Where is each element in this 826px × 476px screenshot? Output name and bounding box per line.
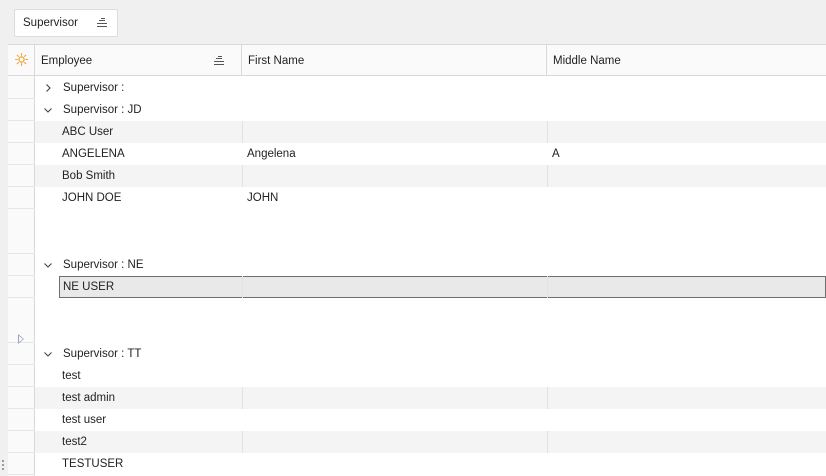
column-header-label: Employee — [41, 54, 93, 67]
group-chip-supervisor[interactable]: Supervisor — [14, 9, 118, 37]
column-header-label: First Name — [248, 54, 305, 67]
indicator-divider — [8, 408, 35, 409]
cell-first-name[interactable] — [242, 409, 547, 431]
cell-first-name[interactable]: Angelena — [242, 143, 547, 165]
table-row-selected[interactable]: NE USER — [59, 276, 826, 298]
cell-first-name[interactable] — [242, 387, 547, 409]
employee-grid: Employee First Name Middle Name Supervis… — [8, 44, 826, 476]
indicator-divider — [8, 120, 35, 121]
table-row[interactable]: TESTUSER — [35, 453, 826, 475]
cell-middle-name[interactable] — [547, 453, 826, 475]
indicator-divider — [8, 98, 35, 99]
column-header-employee[interactable]: Employee — [35, 45, 242, 76]
cell-first-name[interactable] — [242, 121, 547, 143]
column-header-first-name[interactable]: First Name — [242, 45, 547, 76]
indicator-divider — [8, 208, 35, 209]
indicator-divider — [8, 142, 35, 143]
column-header-middle-name[interactable]: Middle Name — [547, 45, 826, 76]
group-by-panel: Supervisor — [0, 0, 826, 44]
cell-middle-name[interactable]: A — [547, 143, 826, 165]
chevron-down-icon[interactable] — [44, 261, 52, 269]
chevron-down-icon[interactable] — [44, 106, 52, 114]
table-row[interactable]: test admin — [35, 387, 826, 409]
chevron-right-icon[interactable] — [44, 84, 52, 92]
group-label: Supervisor : JD — [63, 104, 142, 116]
cell-employee[interactable]: test — [62, 365, 242, 387]
cell-middle-name[interactable] — [547, 387, 826, 409]
group-chip-label: Supervisor — [23, 17, 78, 29]
cell-middle-name[interactable] — [547, 121, 826, 143]
left-splitter[interactable] — [0, 44, 8, 476]
indicator-divider — [8, 253, 35, 254]
indicator-divider — [8, 186, 35, 187]
indicator-divider — [8, 452, 35, 453]
cell-employee[interactable]: TESTUSER — [62, 453, 242, 475]
sun-icon — [14, 52, 28, 69]
indicator-header[interactable] — [8, 45, 35, 76]
cell-first-name[interactable]: JOHN — [242, 187, 547, 209]
table-row[interactable]: test user — [35, 409, 826, 431]
table-row[interactable]: ABC User — [35, 121, 826, 143]
grid-header: Employee First Name Middle Name — [8, 45, 826, 76]
group-label: Supervisor : — [63, 82, 125, 94]
chevron-down-icon[interactable] — [44, 350, 52, 358]
group-row-supervisor-empty[interactable]: Supervisor : — [35, 77, 826, 99]
sort-icon[interactable] — [214, 56, 225, 65]
cell-employee[interactable]: ABC User — [62, 121, 242, 143]
cell-employee[interactable]: test user — [62, 409, 242, 431]
column-header-label: Middle Name — [553, 54, 621, 67]
group-row-supervisor-tt[interactable]: Supervisor : TT — [35, 343, 826, 365]
table-row[interactable]: Bob Smith — [35, 165, 826, 187]
cell-middle-name[interactable] — [547, 187, 826, 209]
cell-middle-name[interactable] — [547, 165, 826, 187]
indicator-divider — [8, 474, 35, 475]
indicator-divider — [8, 386, 35, 387]
cell-first-name[interactable] — [242, 453, 547, 475]
cell-first-name[interactable] — [242, 431, 547, 453]
indicator-divider — [8, 164, 35, 165]
cell-employee[interactable]: test2 — [62, 431, 242, 453]
cell-employee[interactable]: Bob Smith — [62, 165, 242, 187]
indicator-divider — [8, 297, 35, 298]
group-label: Supervisor : TT — [63, 348, 142, 360]
cell-employee[interactable]: NE USER — [63, 276, 243, 298]
row-indicator-column — [8, 76, 35, 476]
indicator-divider — [8, 364, 35, 365]
table-row[interactable]: test — [35, 365, 826, 387]
table-row[interactable]: JOHN DOE JOHN — [35, 187, 826, 209]
cell-employee[interactable]: test admin — [62, 387, 242, 409]
group-row-supervisor-jd[interactable]: Supervisor : JD — [35, 99, 826, 121]
cell-middle-name[interactable] — [547, 365, 826, 387]
indicator-divider — [8, 430, 35, 431]
cell-middle-name[interactable] — [547, 276, 826, 298]
indicator-divider — [8, 275, 35, 276]
cell-first-name[interactable] — [242, 165, 547, 187]
cell-employee[interactable]: JOHN DOE — [62, 187, 242, 209]
triangle-right-icon — [18, 334, 24, 344]
group-label: Supervisor : NE — [63, 259, 144, 271]
cell-first-name[interactable] — [242, 365, 547, 387]
cell-first-name[interactable] — [242, 276, 547, 298]
cell-employee[interactable]: ANGELENA — [62, 143, 242, 165]
cell-middle-name[interactable] — [547, 431, 826, 453]
splitter-grip-icon — [2, 460, 4, 474]
group-row-supervisor-ne[interactable]: Supervisor : NE — [35, 254, 826, 276]
table-row[interactable]: test2 — [35, 431, 826, 453]
sort-icon[interactable] — [97, 18, 108, 27]
cell-middle-name[interactable] — [547, 409, 826, 431]
table-row[interactable]: ANGELENA Angelena A — [35, 143, 826, 165]
